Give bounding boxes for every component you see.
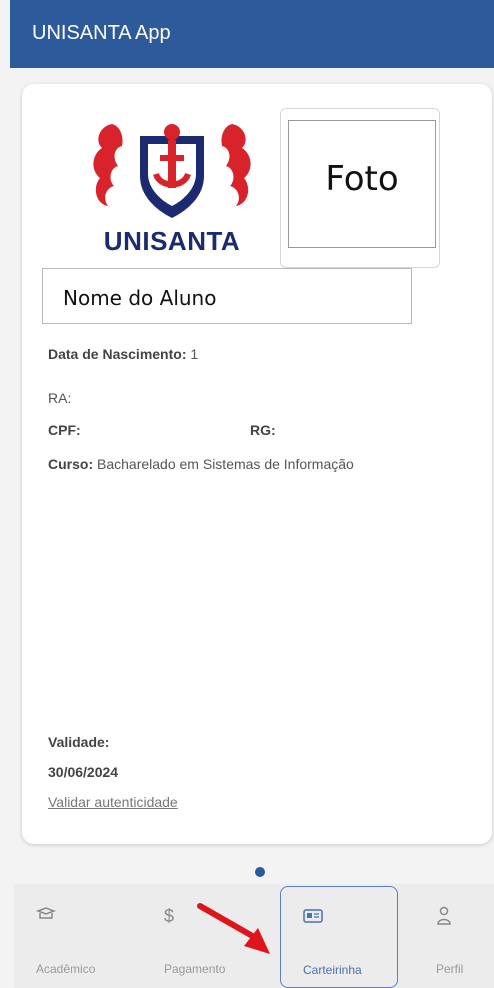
student-name: Nome do Aluno [63, 286, 217, 310]
rg-label: RG: [250, 422, 276, 438]
dollar-icon: $ [164, 906, 175, 926]
unisanta-logo: UNISANTA [72, 114, 272, 262]
person-icon [436, 906, 452, 931]
ra-label: RA: [48, 390, 72, 406]
photo-label: Foto [325, 159, 399, 199]
nav-label-pagamento: Pagamento [164, 962, 226, 976]
logo-wordmark: UNISANTA [103, 226, 241, 256]
validate-authenticity-link[interactable]: Validar autenticidade [48, 794, 178, 810]
birth-date-value: 1 [190, 346, 199, 362]
id-card-icon [303, 907, 323, 928]
nav-item-carteirinha[interactable]: Carteirinha [280, 886, 398, 988]
student-name-box: Nome do Aluno [42, 268, 412, 324]
rg-row: RG: [250, 422, 276, 438]
graduation-cap-icon [35, 906, 57, 929]
nav-item-academico[interactable]: Acadêmico [14, 886, 124, 988]
nav-item-perfil[interactable]: Perfil [414, 886, 494, 988]
course-value: Bacharelado em Sistemas de Informação [97, 456, 354, 472]
student-id-card: UNISANTA Foto Nome do Aluno Data de Nasc… [22, 84, 492, 844]
validity-date: 30/06/2024 [48, 764, 119, 780]
seahorse-crest-icon [93, 124, 251, 218]
nav-label-carteirinha: Carteirinha [303, 963, 362, 977]
ra-row: RA: [48, 390, 71, 406]
nav-label-perfil: Perfil [436, 962, 464, 976]
nav-label-academico: Acadêmico [36, 962, 96, 976]
birth-date-row: Data de Nascimento: 1 [48, 346, 198, 362]
course-label: Curso: [48, 456, 94, 472]
red-arrow-annotation-icon [197, 903, 270, 954]
app-bar: UNISANTA App [10, 0, 494, 68]
cpf-row: CPF: [48, 422, 81, 438]
page-indicator-dot [255, 867, 265, 877]
cpf-label: CPF: [48, 422, 81, 438]
course-row: Curso: Bacharelado em Sistemas de Inform… [48, 456, 354, 472]
student-photo: Foto [288, 120, 436, 248]
birth-date-label: Data de Nascimento: [48, 346, 187, 362]
validity-label: Validade: [48, 734, 110, 750]
app-title: UNISANTA App [32, 22, 171, 44]
